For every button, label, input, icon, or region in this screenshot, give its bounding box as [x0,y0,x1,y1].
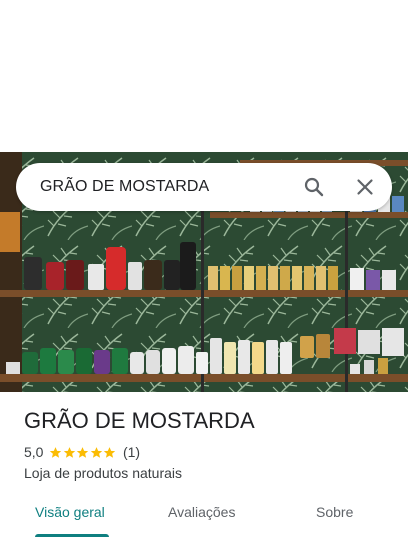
place-title: GRÃO DE MOSTARDA [24,408,255,433]
map-area-blank [0,0,408,152]
star-icon [63,446,76,458]
review-count[interactable]: (1) [123,444,140,460]
tab-bar: Visão geral Avaliações Sobre [0,494,408,544]
rating-value: 5,0 [24,444,44,460]
search-icon[interactable] [302,175,326,199]
search-bar[interactable]: GRÃO DE MOSTARDA [16,163,392,211]
tab-about[interactable]: Sobre [316,504,353,520]
place-category: Loja de produtos naturais [24,465,182,481]
search-input[interactable]: GRÃO DE MOSTARDA [40,178,209,196]
star-rating [49,446,117,459]
star-icon [90,446,103,458]
star-icon [77,446,89,458]
close-icon[interactable] [353,175,377,199]
rating-row[interactable]: 5,0 (1) [24,444,140,460]
tab-overview[interactable]: Visão geral [35,504,105,520]
active-tab-indicator [35,534,109,537]
star-icon [50,446,62,458]
tab-reviews[interactable]: Avaliações [168,504,235,520]
star-icon [104,446,116,458]
